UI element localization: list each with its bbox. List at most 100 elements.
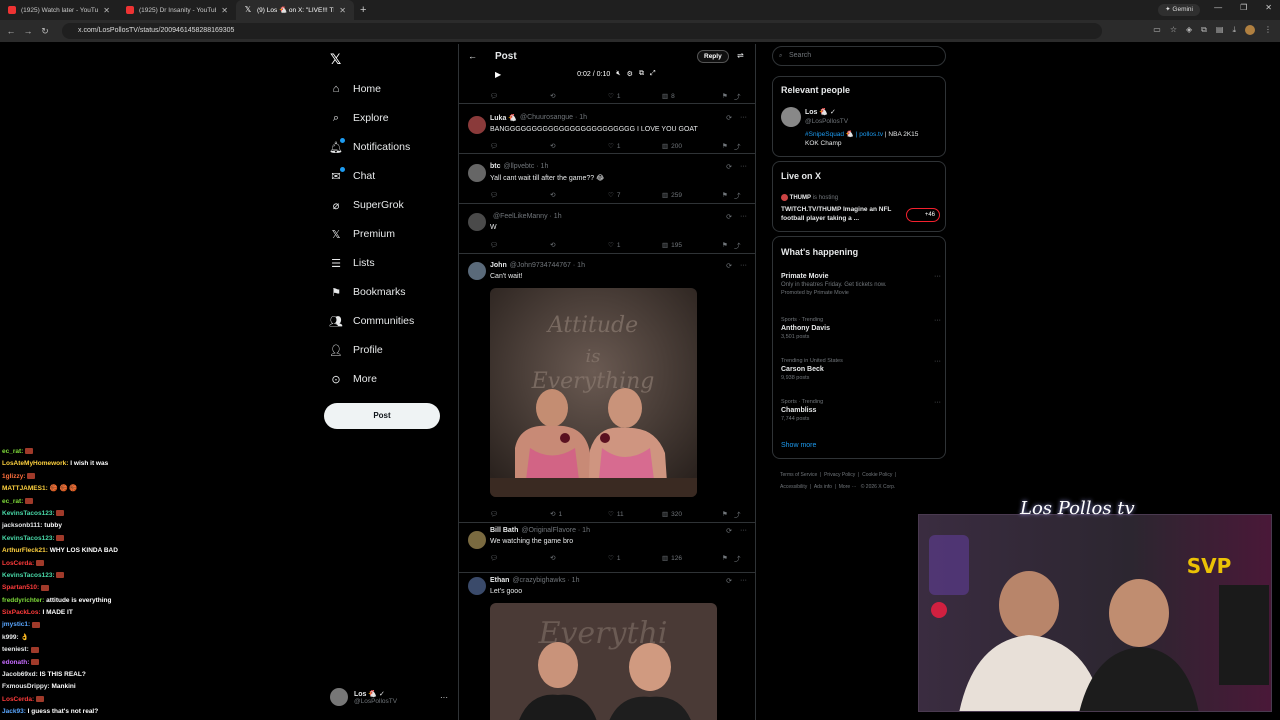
more-icon[interactable]: ··· — [740, 577, 747, 585]
more-icon[interactable]: ··· — [740, 114, 747, 122]
settings-icon[interactable]: ⇌ — [737, 51, 744, 60]
like-icon[interactable]: ♡ 11 — [608, 510, 662, 519]
fullscreen-icon[interactable]: ⤢ — [650, 70, 656, 78]
share-icon[interactable]: ⤴ — [734, 91, 741, 101]
views-icon[interactable]: ▥ 200 — [662, 142, 722, 151]
retweet-icon[interactable]: ⟲ — [550, 142, 608, 150]
bookmark-icon[interactable]: ⚑ — [722, 142, 734, 150]
trend-item[interactable]: Sports · Trending Anthony Davis 3,501 po… — [781, 317, 941, 340]
menu-icon[interactable]: ⋮ — [1264, 25, 1272, 35]
reply-icon[interactable]: 💬︎ — [490, 554, 550, 562]
sidebar-item-profile[interactable]: 👤︎ Profile — [329, 341, 383, 359]
views-icon[interactable]: ▥ 320 — [662, 510, 722, 519]
grok-icon[interactable]: ⟳ — [726, 163, 732, 171]
tweet-image[interactable]: Everythi — [490, 603, 717, 720]
search-input[interactable]: ⌕ Search — [772, 46, 946, 66]
grok-icon[interactable]: ⟳ — [726, 262, 732, 270]
sidebar-item-lists[interactable]: ☰ Lists — [330, 254, 375, 272]
more-icon[interactable]: ··· — [934, 358, 941, 365]
views-icon[interactable]: ▥ 126 — [662, 554, 722, 563]
puzzle-icon[interactable]: ⧉ — [1201, 25, 1207, 35]
url-input[interactable]: x.com/LosPollosTV/status/200946145828816… — [62, 23, 1102, 39]
like-icon[interactable]: ♡ 7 — [608, 191, 662, 200]
more-icon[interactable]: ··· — [740, 262, 747, 270]
more-icon[interactable]: ··· — [440, 693, 448, 702]
grok-icon[interactable]: ⟳ — [726, 213, 732, 221]
browser-tab-active[interactable]: 𝕏(9) Los 🐔 on X: "LIVE!!! THUR:✕ — [236, 0, 354, 20]
play-icon[interactable]: ▶ — [495, 70, 501, 79]
sidebar-item-chat[interactable]: ✉ Chat — [330, 167, 375, 185]
more-icon[interactable]: ··· — [740, 163, 747, 171]
close-icon[interactable]: ✕ — [221, 6, 228, 15]
live-listeners-badge[interactable]: +46 — [906, 208, 940, 222]
trend-item[interactable]: Trending in United States Carson Beck 9,… — [781, 358, 941, 381]
account-switcher[interactable]: Los 🐔 ✓ @LosPollosTV ··· — [330, 688, 448, 706]
bookmark-icon[interactable]: ⚑ — [722, 554, 734, 562]
share-icon[interactable]: ⤴ — [734, 240, 741, 250]
retweet-icon[interactable]: ⟲ 1 — [550, 510, 608, 519]
browser-tab[interactable]: (1925) Watch later - YouTube ✕ — [0, 0, 118, 20]
show-more-link[interactable]: Show more — [781, 442, 816, 449]
like-icon[interactable]: ♡ 1 — [608, 92, 662, 101]
forward-icon[interactable]: → — [22, 26, 34, 36]
like-icon[interactable]: ♡ 1 — [608, 241, 662, 250]
cast-icon[interactable]: ▭ — [1153, 25, 1161, 35]
grok-icon[interactable]: ⟳ — [726, 527, 732, 535]
retweet-icon[interactable]: ⟲ — [550, 241, 608, 249]
trend-item[interactable]: Sports · Trending Chambliss 7,744 posts … — [781, 399, 941, 422]
share-icon[interactable]: ⤴ — [734, 509, 741, 519]
mute-icon[interactable]: 🔇︎ — [616, 70, 620, 78]
share-icon[interactable]: ⤴ — [734, 141, 741, 151]
bookmark-icon[interactable]: ⚑ — [722, 510, 734, 518]
download-icon[interactable]: ⤓ — [1232, 25, 1236, 35]
reply-tweet[interactable]: Bill Bath @OriginalFlavore · 1h ⟳ ··· We w… — [459, 523, 755, 573]
views-icon[interactable]: ▥ 195 — [662, 241, 722, 250]
browser-tab[interactable]: (1925) Dr Insanity - YouTube ✕ — [118, 0, 236, 20]
close-icon[interactable]: ✕ — [103, 6, 110, 15]
maximize-icon[interactable]: ❐ — [1240, 3, 1247, 12]
more-icon[interactable]: ··· — [934, 317, 941, 324]
reply-tweet[interactable]: John @John9734744767 · 1h ⟳ ··· Can't wait… — [459, 254, 755, 523]
minimize-icon[interactable]: — — [1214, 3, 1222, 12]
more-icon[interactable]: ··· — [934, 273, 941, 280]
retweet-icon[interactable]: ⟲ — [550, 554, 608, 562]
reply-icon[interactable]: 💬︎ — [490, 191, 550, 199]
views-icon[interactable]: ▥ 259 — [662, 191, 722, 200]
extension-icon[interactable]: ◈ — [1186, 25, 1192, 35]
sidebar-icon[interactable]: ▤ — [1216, 25, 1224, 35]
reply-icon[interactable]: 💬︎ — [490, 510, 550, 518]
more-icon[interactable]: ··· — [740, 527, 747, 535]
reload-icon[interactable]: ↻ — [39, 26, 51, 37]
post-button[interactable]: Post — [324, 403, 440, 429]
x-logo-icon[interactable]: 𝕏 — [330, 51, 341, 68]
back-arrow-icon[interactable]: ← — [468, 51, 477, 61]
tweet-image[interactable]: Attitude is Everything — [490, 288, 697, 497]
sidebar-item-supergrok[interactable]: ⌀ SuperGrok — [330, 196, 404, 214]
like-icon[interactable]: ♡ 1 — [608, 554, 662, 563]
reply-tweet[interactable]: @FeelLikeManny · 1h ⟳ ··· W 💬︎ ⟲ ♡ 1 ▥ 19… — [459, 204, 755, 254]
more-icon[interactable]: ··· — [740, 213, 747, 221]
gemini-button[interactable]: ✦ Gemini — [1158, 4, 1200, 16]
live-host[interactable]: THUMP is hosting — [781, 194, 838, 201]
views-icon[interactable]: ▥ 8 — [662, 92, 722, 101]
like-icon[interactable]: ♡ 1 — [608, 142, 662, 151]
reply-button[interactable]: Reply — [697, 50, 729, 63]
back-icon[interactable]: ← — [5, 26, 17, 36]
avatar[interactable] — [781, 107, 801, 127]
new-tab-icon[interactable]: + — [360, 4, 366, 16]
close-icon[interactable]: ✕ — [339, 6, 346, 15]
close-window-icon[interactable]: ✕ — [1265, 3, 1272, 12]
sidebar-item-premium[interactable]: 𝕏 Premium — [330, 225, 395, 243]
reply-tweet[interactable]: btc @llpvebtc · 1h ⟳ ··· Yall cant wait ti… — [459, 154, 755, 204]
sidebar-item-explore[interactable]: ⌕ Explore — [330, 109, 389, 127]
sidebar-item-bookmarks[interactable]: ⚑ Bookmarks — [330, 283, 405, 301]
reply-icon[interactable]: 💬︎ — [490, 142, 550, 150]
profile-avatar[interactable] — [1245, 25, 1255, 35]
reply-icon[interactable]: 💬︎ — [490, 241, 550, 249]
star-icon[interactable]: ☆ — [1170, 25, 1177, 35]
retweet-icon[interactable]: ⟲ — [550, 191, 608, 199]
bookmark-icon[interactable]: ⚑ — [722, 92, 734, 100]
bookmark-icon[interactable]: ⚑ — [722, 191, 734, 199]
pip-icon[interactable]: ⧉ — [639, 70, 644, 78]
reply-tweet[interactable]: Ethan @crazybighawks · 1h ⟳ ··· Let's gooo… — [459, 573, 755, 720]
